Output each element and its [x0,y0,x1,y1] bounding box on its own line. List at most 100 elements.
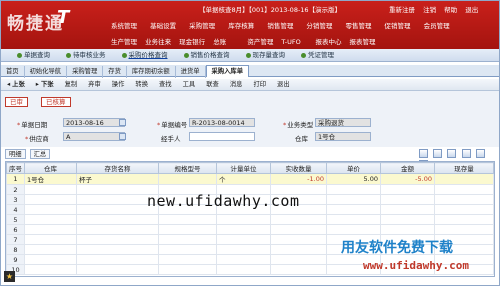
menu-cash-bank[interactable]: 现金银行 [179,36,211,46]
table-cell[interactable] [24,244,77,255]
col-header[interactable]: 现存量 [434,162,494,174]
table-cell[interactable] [270,254,327,265]
col-header[interactable]: 单价 [326,162,381,174]
biz-type-select[interactable]: 采购退货 [315,118,371,127]
table-cell[interactable] [434,194,494,205]
table-cell[interactable] [434,204,494,215]
calendar-icon[interactable] [119,119,126,126]
menu-purchase-mgmt[interactable]: 采购管理 [189,20,226,30]
table-row[interactable]: 6 [6,224,494,235]
tab-5[interactable]: 进货单 [176,66,206,78]
col-header[interactable]: 序号 [6,162,25,174]
table-cell[interactable] [76,224,159,235]
menu-business-dealings[interactable]: 业务往来 [145,36,177,46]
table-cell[interactable]: 5 [6,214,25,225]
tab-summary[interactable]: 汇总 [29,149,51,159]
table-cell[interactable] [158,173,217,185]
next-button[interactable]: ▸ 下张 [36,79,54,91]
table-cell[interactable] [434,224,494,235]
table-cell[interactable]: 1号仓 [24,173,77,185]
menu-member-mgmt[interactable]: 会员管理 [424,20,461,30]
menu-t-ufo[interactable]: T-UFO [281,38,313,46]
table-cell[interactable] [76,214,159,225]
table-cell[interactable] [216,234,271,245]
table-cell[interactable] [270,224,327,235]
insert-row-icon[interactable] [419,149,428,158]
menu-sales-mgmt[interactable]: 销售管理 [267,20,304,30]
table-cell[interactable]: 3 [6,194,25,205]
table-cell[interactable] [326,204,381,215]
date-field[interactable]: 2013-08-16 [63,118,125,127]
menu-promotion-mgmt[interactable]: 促销管理 [385,20,422,30]
menu-system-mgmt[interactable]: 系统管理 [111,20,148,30]
prev-button[interactable]: ◂ 上张 [7,79,25,91]
print-button[interactable]: 打印 [253,79,266,91]
table-cell[interactable] [270,244,327,255]
table-cell[interactable]: 7 [6,234,25,245]
table-cell[interactable] [76,254,159,265]
column-settings-icon[interactable] [461,149,471,158]
menu-report-center[interactable]: 报表中心 [315,36,347,46]
col-header[interactable]: 计量单位 [216,162,271,174]
table-cell[interactable] [158,264,217,275]
menu-inventory-costing[interactable]: 库存核算 [228,20,265,30]
table-cell[interactable]: -5.00 [380,173,435,185]
table-cell[interactable]: 6 [6,224,25,235]
table-cell[interactable]: -1.00 [270,173,327,185]
warehouse-field[interactable]: 1号仓 [315,132,371,141]
convert-button[interactable]: 转换 [135,79,148,91]
quick-link-0[interactable]: 单据查询 [17,51,58,59]
col-header[interactable]: 规格型号 [158,162,217,174]
table-row[interactable]: 1 1号仓 杯子 个 -1.00 5.00 -5.00 [6,173,494,185]
find-button[interactable]: 查找 [159,79,172,91]
table-cell[interactable] [270,234,327,245]
message-button[interactable]: 消息 [230,79,243,91]
copy-row-icon[interactable] [433,149,443,158]
doc-code-field[interactable]: R-2013-08-0014 [189,118,255,127]
table-cell[interactable] [326,224,381,235]
table-cell[interactable] [24,264,77,275]
table-cell[interactable] [216,244,271,255]
table-cell[interactable] [380,194,435,205]
tab-detail[interactable]: 明细 [5,149,26,159]
menu-report-mgmt[interactable]: 报表管理 [350,36,382,46]
quick-link-3[interactable]: 销售价格查询 [183,51,238,59]
table-cell[interactable] [380,184,435,195]
table-cell[interactable] [216,264,271,275]
table-cell[interactable]: 1 [6,173,25,185]
export-icon[interactable] [475,149,485,158]
tab-1[interactable]: 初始化导航 [25,66,68,78]
table-cell[interactable] [158,214,217,225]
handler-field[interactable] [189,132,255,141]
linked-query-button[interactable]: 联查 [206,79,219,91]
table-cell[interactable] [158,234,217,245]
table-cell[interactable]: 4 [6,204,25,215]
operation-menu[interactable]: 操作 [112,79,125,91]
menu-retail-mgmt[interactable]: 零售管理 [345,20,382,30]
table-cell[interactable] [270,264,327,275]
tools-menu[interactable]: 工具 [183,79,196,91]
tab-2[interactable]: 采购管理 [67,66,104,78]
menu-general-ledger[interactable]: 总账 [213,36,245,46]
table-cell[interactable] [24,194,77,205]
tab-6[interactable]: 采购入库单 [205,65,250,77]
table-cell[interactable] [380,224,435,235]
logout-link[interactable]: 注销 [423,6,436,14]
table-cell[interactable]: 杯子 [76,173,159,185]
quick-link-2[interactable]: 采购价格查询 [121,51,176,59]
tab-4[interactable]: 库存期初余额 [127,66,176,78]
table-cell[interactable] [434,173,494,185]
menu-production-mgmt[interactable]: 生产管理 [111,36,143,46]
table-cell[interactable] [24,254,77,265]
table-cell[interactable] [158,224,217,235]
table-cell[interactable]: 个 [216,173,271,185]
col-header[interactable]: 实收数量 [270,162,327,174]
table-cell[interactable] [434,184,494,195]
table-cell[interactable] [216,254,271,265]
table-cell[interactable] [24,224,77,235]
menu-basic-settings[interactable]: 基础设置 [150,20,187,30]
favorite-star-icon[interactable]: ★ [4,271,15,282]
quick-link-4[interactable]: 现存量查询 [245,51,294,59]
relogin-link[interactable]: 重新注册 [389,6,415,14]
table-cell[interactable] [76,264,159,275]
